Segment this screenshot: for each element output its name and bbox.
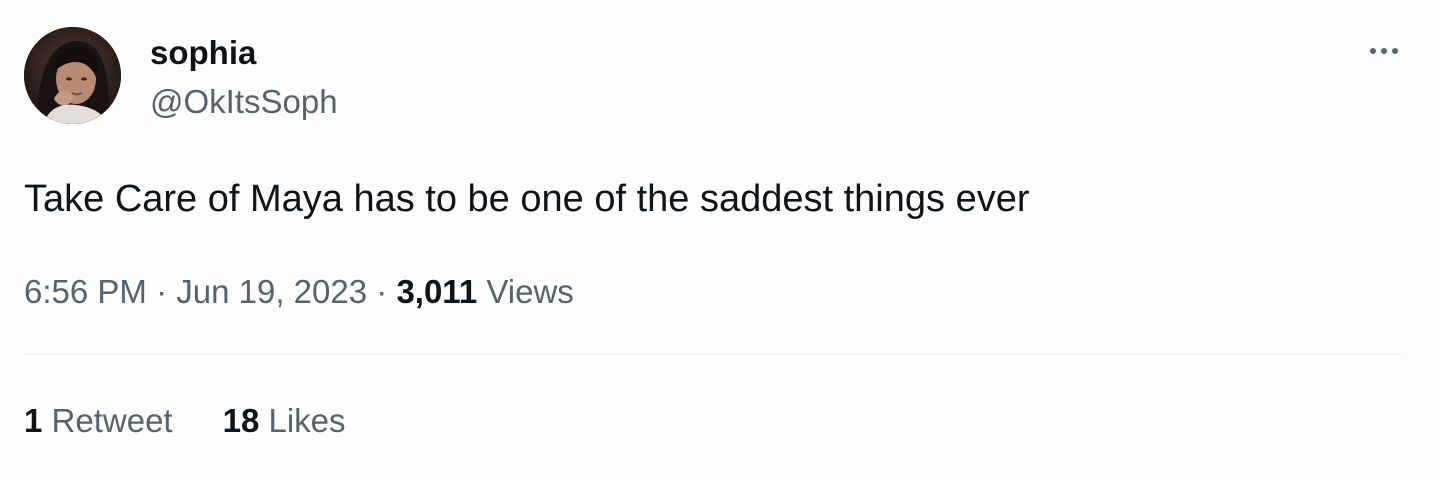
tweet-time[interactable]: 6:56 PM	[24, 273, 147, 310]
likes-label: Likes	[268, 402, 346, 439]
views-label: Views	[486, 273, 574, 310]
avatar[interactable]	[24, 27, 121, 124]
more-horizontal-icon-dot	[1392, 48, 1398, 54]
views-count: 3,011	[396, 273, 478, 310]
tweet-card: sophia @OkItsSoph Take Care of Maya has …	[0, 0, 1440, 481]
engagement-stats: 1 Retweet 18 Likes	[24, 401, 346, 441]
tweet-text: Take Care of Maya has to be one of the s…	[24, 178, 1030, 220]
tweet-date[interactable]: Jun 19, 2023	[176, 273, 367, 310]
more-options-button[interactable]	[1356, 34, 1412, 68]
meta-separator: ·	[376, 273, 388, 310]
divider	[24, 354, 1404, 355]
retweets-label: Retweet	[51, 402, 173, 439]
author-display-name[interactable]: sophia	[150, 33, 256, 73]
more-horizontal-icon	[1370, 48, 1376, 54]
likes-count: 18	[222, 402, 260, 439]
author-handle[interactable]: @OkItsSoph	[150, 82, 338, 122]
meta-separator: ·	[156, 273, 168, 310]
more-horizontal-icon-dot	[1381, 48, 1387, 54]
retweets-count: 1	[24, 402, 43, 439]
likes-stat[interactable]: 18 Likes	[223, 401, 346, 441]
tweet-meta: 6:56 PM · Jun 19, 2023 · 3,011 Views	[24, 272, 574, 312]
retweets-stat[interactable]: 1 Retweet	[24, 401, 173, 441]
